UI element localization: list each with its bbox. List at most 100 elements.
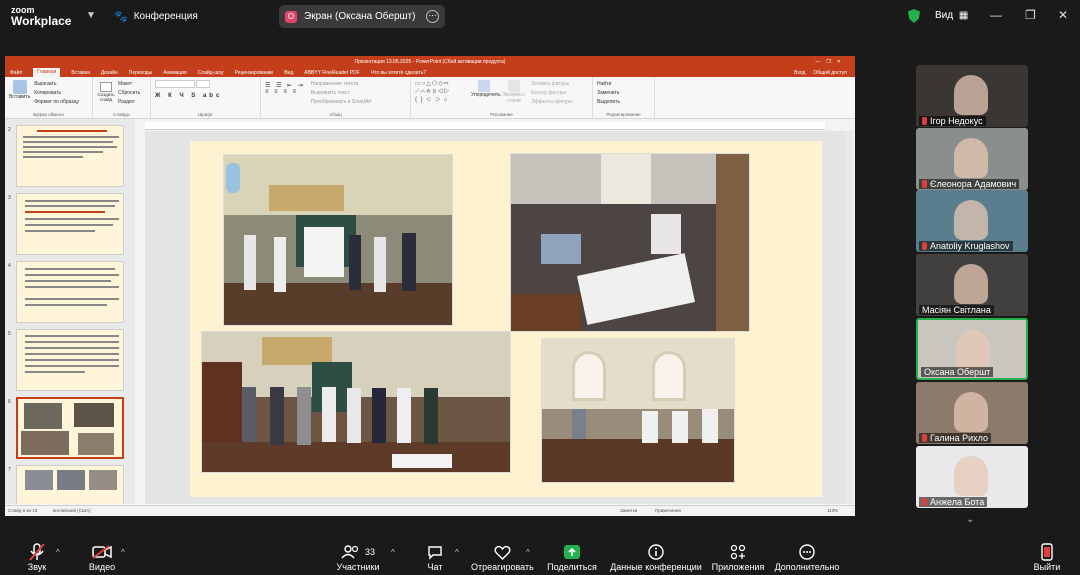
participant-tile[interactable]: Галина Рихло	[916, 382, 1028, 444]
minimize-icon[interactable]: —	[990, 8, 1002, 22]
slide-thumbnail-2[interactable]	[16, 125, 124, 187]
share-screen-icon	[547, 542, 597, 562]
zoom-workplace-logo[interactable]: zoom Workplace	[11, 5, 71, 27]
slide-thumbnail-5[interactable]	[16, 329, 124, 391]
quick-styles-button[interactable]: Экспресс-стили	[501, 80, 527, 115]
slide-photo-working-groups[interactable]	[510, 153, 750, 332]
video-button[interactable]: Видео	[86, 542, 118, 572]
meeting-title[interactable]: 🐾 Конференция	[114, 10, 198, 23]
ppt-top-right-item[interactable]: Вход	[794, 70, 805, 76]
new-slide-button[interactable]: Создать слайд	[97, 80, 115, 115]
leave-button[interactable]: Выйти	[1032, 542, 1062, 572]
ppt-tab[interactable]: Что вы хотите сделать?	[371, 70, 426, 76]
restore-icon[interactable]: ❐	[1025, 8, 1036, 22]
find-button[interactable]: Найти	[597, 80, 650, 89]
slide-thumbnail-4[interactable]	[16, 261, 124, 323]
notes-button[interactable]: Заметки	[620, 506, 637, 516]
more-button[interactable]: Дополнительно	[770, 542, 844, 572]
slide-thumbnail-6-selected[interactable]	[16, 397, 124, 459]
slide-thumbnail-3[interactable]	[16, 193, 124, 255]
ppt-signin-share[interactable]: Вход Общий доступ	[794, 70, 847, 76]
ppt-tab[interactable]: ABBYY FineReader PDF	[304, 70, 360, 76]
more-options-icon[interactable]: ⋯	[426, 10, 439, 23]
vertical-scrollbar[interactable]	[846, 131, 853, 504]
react-options-caret-icon[interactable]: ^	[526, 548, 530, 557]
new-slide-icon	[100, 82, 112, 92]
arrange-button[interactable]: Упорядочить	[471, 80, 501, 115]
select-button[interactable]: Выделить	[597, 98, 650, 107]
current-slide[interactable]	[190, 141, 822, 497]
format-painter-button[interactable]: Формат по образцу	[34, 98, 79, 107]
chevron-down-icon[interactable]: ▼	[86, 10, 96, 21]
encryption-shield-icon[interactable]	[908, 9, 920, 23]
close-icon[interactable]: ✕	[1058, 8, 1068, 22]
view-button[interactable]: Вид ▦	[935, 10, 968, 21]
chat-button[interactable]: Чат	[423, 542, 447, 572]
share-screen-button[interactable]: Поделиться	[547, 542, 597, 572]
chat-options-caret-icon[interactable]: ^	[455, 548, 459, 557]
apps-button[interactable]: Приложения	[710, 542, 766, 572]
participant-name: Масіян Світлана	[922, 305, 991, 315]
paragraph-icons[interactable]: ☰ ☰ ⇤ ⇥ ≡ ≡ ≡ ≡	[265, 82, 305, 115]
text-direction-button[interactable]: Направление текста	[311, 80, 372, 89]
slide-photo-group-portrait[interactable]	[201, 331, 511, 473]
replace-button[interactable]: Заменить	[597, 89, 650, 98]
slide-editing-canvas[interactable]	[145, 131, 853, 504]
participant-tile[interactable]: Оксана Обершт	[916, 318, 1028, 380]
ppt-top-right-item[interactable]: Общий доступ	[813, 70, 847, 76]
ppt-ribbon-tabs: Файл Главная Вставка Дизайн Переходы Анимация…	[5, 68, 855, 77]
screen-share-indicator[interactable]: О Экран (Оксана Обершт) ⋯	[279, 5, 445, 28]
section-button[interactable]: Раздел	[118, 98, 140, 107]
ppt-tab[interactable]: Главная	[33, 68, 61, 77]
scroll-down-chevron-icon[interactable]: ⌄	[966, 514, 974, 525]
cut-button[interactable]: Вырезать	[34, 80, 79, 89]
slide-photo-seated-students[interactable]	[541, 338, 735, 483]
reset-button[interactable]: Сбросить	[118, 89, 140, 98]
ppt-tab[interactable]: Рецензирование	[235, 70, 274, 76]
participant-name: Оксана Обершт	[924, 367, 991, 377]
ppt-tab[interactable]: Слайд-шоу	[198, 70, 224, 76]
participant-tile[interactable]: Масіян Світлана	[916, 254, 1028, 316]
audio-options-caret-icon[interactable]: ^	[56, 548, 60, 557]
shapes-gallery[interactable]: ▭○△⬠◇⇨ ⟋⌒☆▯◁▷{ } ⊂ ⊃ ⌂	[415, 80, 467, 115]
participant-tile[interactable]: Ігор Недокус	[916, 65, 1028, 127]
copy-button[interactable]: Копировать	[34, 89, 79, 98]
shared-powerpoint-window[interactable]: Презентация 13.05.2025 - PowerPoint (Сбо…	[5, 56, 855, 516]
language-status[interactable]: английский (США)	[53, 508, 91, 513]
clipboard-group: Вставить Вырезать Копировать Формат по о…	[5, 77, 93, 118]
font-name-box[interactable]	[155, 80, 195, 88]
slide-photo-group-presentation[interactable]	[223, 154, 453, 326]
shape-fill-button[interactable]: Заливка фигуры	[531, 80, 573, 89]
paste-label: Вставить	[9, 94, 31, 100]
participant-name-tag: Масіян Світлана	[919, 305, 994, 315]
participant-tile[interactable]: Анжела Бота	[916, 446, 1028, 508]
audio-button[interactable]: Звук	[22, 542, 52, 572]
ppt-tab[interactable]: Анимация	[163, 70, 186, 76]
zoom-level[interactable]: 113%	[827, 506, 838, 516]
react-button[interactable]: Отреагировать	[471, 542, 534, 572]
participants-button[interactable]: 33 Участники	[334, 542, 382, 572]
font-format-icons[interactable]: Ж К Ч S abc	[155, 93, 256, 99]
ppt-tab[interactable]: Вид	[284, 70, 293, 76]
participant-tile[interactable]: Anatoliy Kruglashov	[916, 190, 1028, 252]
slide-thumbnails-pane[interactable]: 2 3 4 5 6 7	[5, 119, 135, 504]
participants-options-caret-icon[interactable]: ^	[391, 548, 395, 557]
video-options-caret-icon[interactable]: ^	[121, 548, 125, 557]
ppt-tab[interactable]: Дизайн	[101, 70, 118, 76]
ppt-tab[interactable]: Файл	[10, 70, 22, 76]
font-size-box[interactable]	[196, 80, 211, 88]
layout-button[interactable]: Макет	[118, 80, 140, 89]
align-text-button[interactable]: Выровнять текст	[311, 89, 372, 98]
participant-tile[interactable]: Єлеонора Адамович	[916, 128, 1028, 190]
smartart-button[interactable]: Преобразовать в SmartArt	[311, 98, 372, 107]
shape-effects-button[interactable]: Эффекты фигуры	[531, 98, 573, 107]
slide-thumbnail-7[interactable]	[16, 465, 124, 504]
ppt-tab[interactable]: Переходы	[129, 70, 152, 76]
meeting-info-button[interactable]: Данные конференции	[610, 542, 702, 572]
horizontal-ruler[interactable]	[145, 122, 825, 130]
comments-button[interactable]: Примечания	[655, 506, 681, 516]
shape-outline-button[interactable]: Контур фигуры	[531, 89, 573, 98]
paw-icon: 🐾	[114, 11, 128, 23]
paste-button[interactable]: Вставить	[9, 80, 30, 107]
ppt-tab[interactable]: Вставка	[71, 70, 90, 76]
